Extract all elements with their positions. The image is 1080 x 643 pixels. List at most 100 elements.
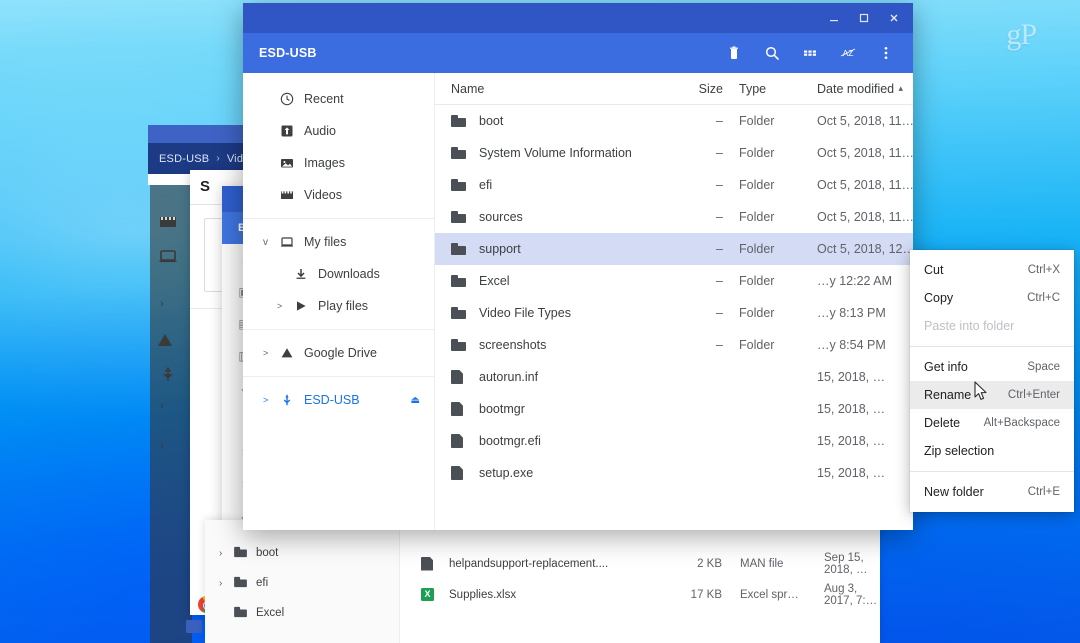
table-row[interactable]: Excel – Folder …y 12:22 AM xyxy=(435,265,913,297)
file-date-cell: Aug 3, 2017, 7:… xyxy=(824,582,878,607)
sidebar-item-images[interactable]: Images xyxy=(243,147,434,179)
table-row[interactable]: boot – Folder Oct 5, 2018, 11… xyxy=(435,105,913,137)
context-menu-item-shortcut: Ctrl+E xyxy=(1027,486,1060,498)
bottom-sidebar-row[interactable]: › boot xyxy=(205,538,399,568)
column-header-date-label: Date modified xyxy=(817,81,895,96)
column-header-size[interactable]: Size xyxy=(661,82,723,96)
context-menu-item-shortcut: Ctrl+X xyxy=(1027,264,1060,276)
search-icon[interactable] xyxy=(753,34,791,72)
context-menu-item[interactable]: Zip selection xyxy=(910,437,1074,465)
table-row[interactable]: setup.exe 15, 2018, … xyxy=(435,457,913,489)
sidebar-item-downloads[interactable]: Downloads xyxy=(243,258,434,290)
chevron-right-icon[interactable]: > xyxy=(263,348,277,358)
table-row[interactable]: System Volume Information – Folder Oct 5, 2… xyxy=(435,137,913,169)
chevron-right-icon[interactable]: > xyxy=(277,301,291,311)
context-menu-item-label: Zip selection xyxy=(924,444,995,458)
table-row[interactable]: efi – Folder Oct 5, 2018, 11… xyxy=(435,169,913,201)
sidebar-item-audio[interactable]: Audio xyxy=(243,115,434,147)
file-type-cell: Folder xyxy=(739,114,775,128)
sidebar-item-label: My files xyxy=(304,235,347,249)
table-row[interactable]: sources – Folder Oct 5, 2018, 11… xyxy=(435,201,913,233)
file-name-cell: Video File Types xyxy=(435,306,661,320)
context-menu-item[interactable]: Rename Ctrl+Enter xyxy=(910,381,1074,409)
bottom-sidebar-row[interactable]: › efi xyxy=(205,568,399,598)
file-name-cell: autorun.inf xyxy=(435,370,661,384)
chevron-right-icon: › xyxy=(160,440,164,452)
sidebar-item-my-files[interactable]: v My files xyxy=(243,226,434,258)
sidebar-item-esd-usb[interactable]: > ESD-USB ⏏ xyxy=(243,384,434,416)
file-date-cell: 15, 2018, … xyxy=(817,466,886,480)
table-row[interactable]: screenshots – Folder …y 8:54 PM xyxy=(435,329,913,361)
chevron-right-icon[interactable]: > xyxy=(263,395,277,405)
context-menu-item[interactable]: Get info Space xyxy=(910,353,1074,381)
chevron-down-icon[interactable]: v xyxy=(263,237,277,248)
files-app-window[interactable]: ESD-USB AZ xyxy=(243,3,1074,530)
sidebar-item-recent[interactable]: Recent xyxy=(243,83,434,115)
file-date-cell: …y 8:13 PM xyxy=(817,306,886,320)
column-header-type[interactable]: Type xyxy=(723,82,801,96)
divider xyxy=(910,346,1074,347)
table-row[interactable]: X Supplies.xlsx 17 KB Excel spr… Aug 3, … xyxy=(401,579,880,610)
window-titlebar[interactable] xyxy=(243,3,913,33)
file-size-cell: – xyxy=(716,306,723,320)
bottom-sidebar-row[interactable]: Excel xyxy=(205,598,399,628)
sidebar-item-label: Images xyxy=(304,156,345,170)
file-list: Name Size Type Date modified ▴ boot – Fold… xyxy=(435,73,913,530)
column-header-name[interactable]: Name xyxy=(435,82,661,96)
more-options-icon[interactable] xyxy=(867,34,905,72)
context-menu-item-shortcut: Ctrl+C xyxy=(1027,292,1060,304)
chevron-right-icon: › xyxy=(160,400,164,412)
table-row[interactable]: autorun.inf 15, 2018, … xyxy=(435,361,913,393)
sidebar-item-label: Videos xyxy=(304,188,342,202)
file-icon xyxy=(451,402,467,416)
file-icon xyxy=(451,466,467,480)
folder-icon xyxy=(233,576,248,591)
chevron-right-icon: › xyxy=(219,577,223,589)
context-menu-item[interactable]: New folder Ctrl+E xyxy=(910,478,1074,506)
image-icon xyxy=(277,156,297,170)
file-size-cell: – xyxy=(716,242,723,256)
background-bottom-files-window[interactable]: › boot › efi Excel helpandsupport-replac… xyxy=(205,520,880,643)
file-name: autorun.inf xyxy=(479,370,539,384)
column-header-date[interactable]: Date modified ▴ xyxy=(801,82,913,96)
bottom-sidebar-label: boot xyxy=(256,547,279,559)
file-name-cell: X Supplies.xlsx xyxy=(401,588,656,601)
context-menu-item[interactable]: Cut Ctrl+X xyxy=(910,256,1074,284)
sidebar-item-label: Downloads xyxy=(318,267,380,281)
file-icon xyxy=(451,370,467,384)
grid-view-icon[interactable] xyxy=(791,34,829,72)
table-row[interactable]: bootmgr.efi 15, 2018, … xyxy=(435,425,913,457)
table-row[interactable]: Video File Types – Folder …y 8:13 PM xyxy=(435,297,913,329)
usb-icon xyxy=(163,366,173,381)
file-size-cell: 17 KB xyxy=(690,588,722,601)
play-icon xyxy=(291,299,311,313)
file-name-cell: Excel xyxy=(435,274,661,288)
files-app-icon[interactable] xyxy=(186,620,202,633)
sidebar-item-play-files[interactable]: > Play files xyxy=(243,290,434,322)
table-row[interactable]: helpandsupport-replacement.... 2 KB MAN … xyxy=(401,548,880,579)
close-button[interactable] xyxy=(879,3,909,33)
eject-icon[interactable]: ⏏ xyxy=(411,395,420,406)
laptop-icon xyxy=(277,235,297,249)
context-menu-item[interactable]: Delete Alt+Backspace xyxy=(910,409,1074,437)
file-name-cell: support xyxy=(435,242,661,256)
delete-icon[interactable] xyxy=(715,34,753,72)
file-name-cell: efi xyxy=(435,178,661,192)
file-name: helpandsupport-replacement.... xyxy=(449,557,609,570)
maximize-button[interactable] xyxy=(849,3,879,33)
table-row[interactable]: support – Folder Oct 5, 2018, 12… xyxy=(435,233,913,265)
file-name-cell: bootmgr xyxy=(435,402,661,416)
context-menu[interactable]: Cut Ctrl+X Copy Ctrl+C Paste into folder Get … xyxy=(910,250,1074,512)
sidebar-item-videos[interactable]: Videos xyxy=(243,179,434,211)
sort-az-icon[interactable]: AZ xyxy=(829,34,867,72)
context-menu-item[interactable]: Copy Ctrl+C xyxy=(910,284,1074,312)
sidebar-item-google-drive[interactable]: > Google Drive xyxy=(243,337,434,369)
video-icon xyxy=(160,217,176,227)
table-row[interactable]: bootmgr 15, 2018, … xyxy=(435,393,913,425)
minimize-button[interactable] xyxy=(819,3,849,33)
file-type-cell: Excel spr… xyxy=(740,588,799,601)
context-menu-item-shortcut: Ctrl+Enter xyxy=(1007,389,1060,401)
breadcrumb-root[interactable]: ESD-USB xyxy=(159,153,209,165)
breadcrumb-child[interactable]: Vid xyxy=(227,153,243,165)
divider xyxy=(910,471,1074,472)
